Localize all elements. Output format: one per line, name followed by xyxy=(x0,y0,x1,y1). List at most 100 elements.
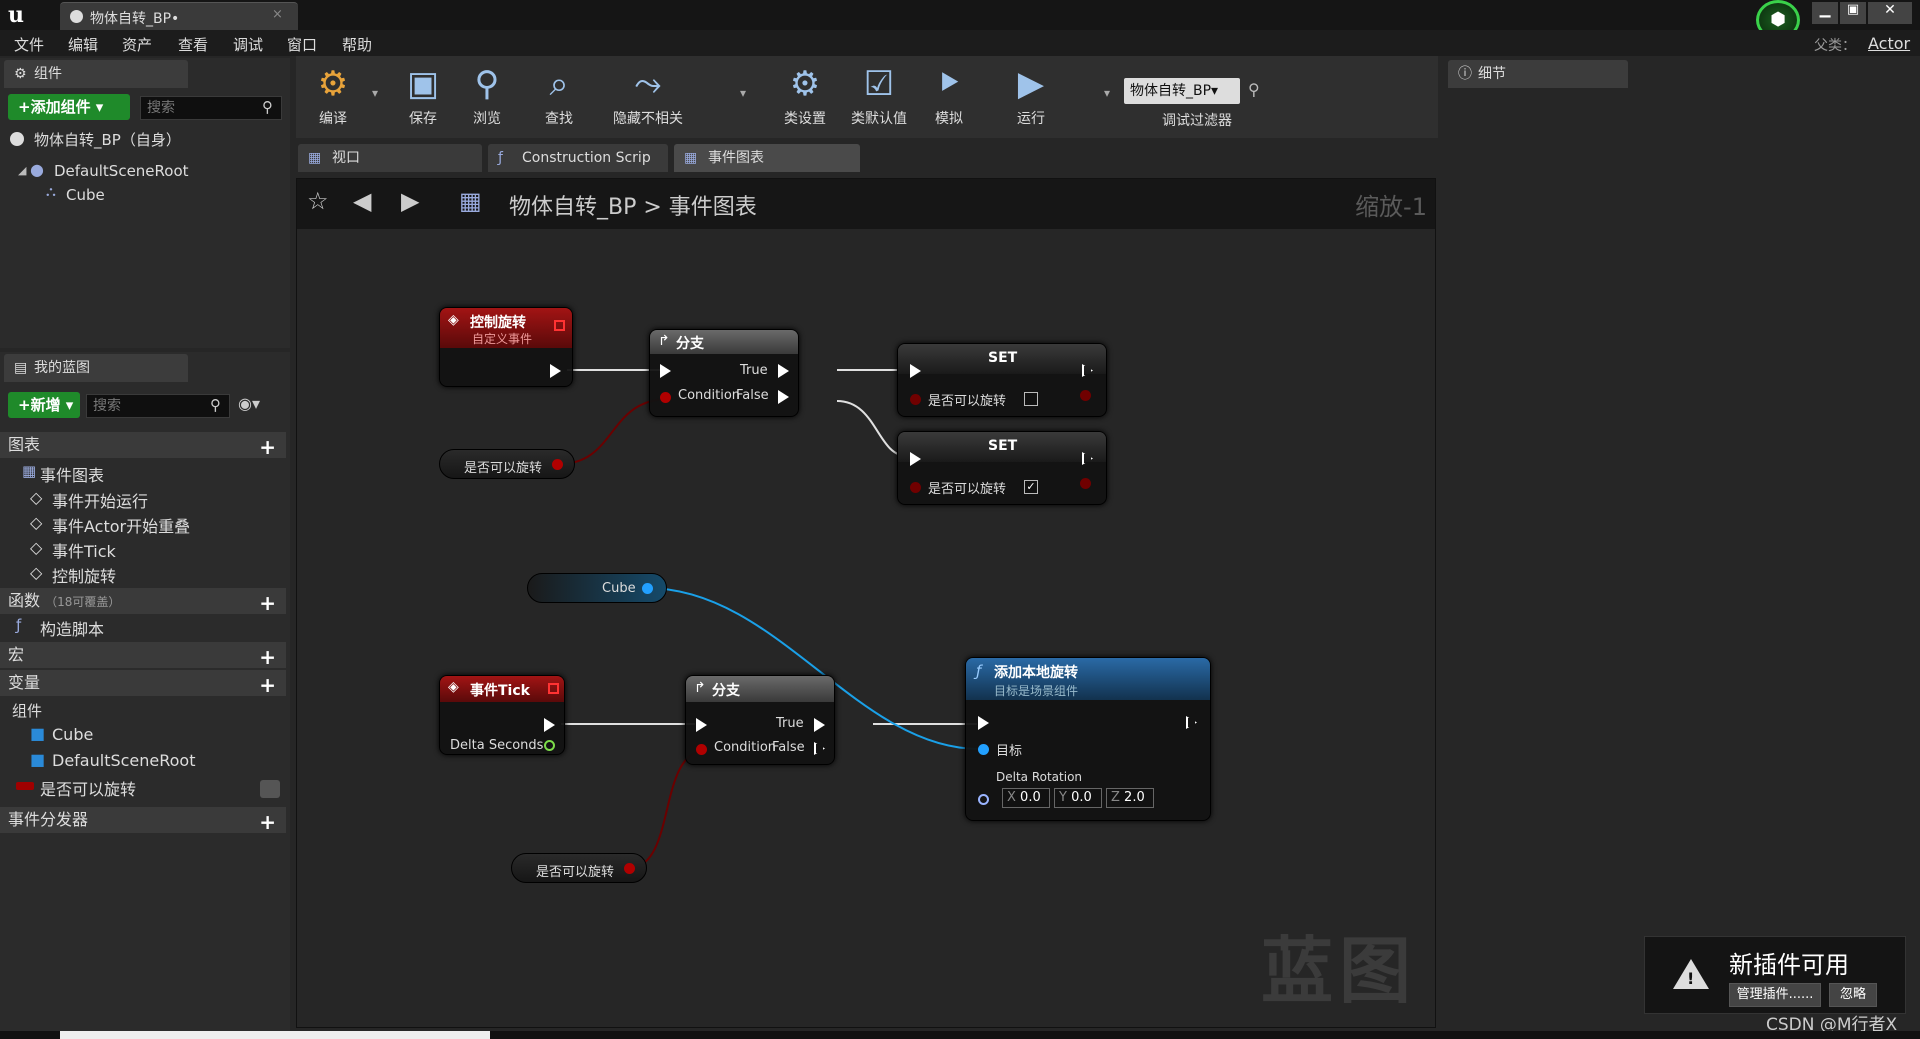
variable-can-rotate[interactable]: 是否可以旋转 xyxy=(40,776,136,800)
document-tab[interactable]: 物体自转_BP• × xyxy=(60,2,298,30)
variables-components-group[interactable]: 组件 xyxy=(12,700,42,721)
compile-button[interactable]: ⚙ 编译 xyxy=(298,62,368,136)
value-checkbox-checked[interactable]: ✓ xyxy=(1024,480,1038,494)
event-delegate-pin[interactable] xyxy=(554,320,565,331)
add-variable-icon[interactable]: + xyxy=(259,672,276,698)
my-blueprint-tab[interactable]: ▤ 我的蓝图 xyxy=(4,354,188,382)
minimize-button[interactable]: ▁ xyxy=(1812,2,1838,24)
tree-item-event-tick[interactable]: 事件Tick xyxy=(52,538,116,562)
tree-item-construction-script[interactable]: 构造脚本 xyxy=(40,616,104,640)
true-exec-pin[interactable] xyxy=(778,364,789,378)
bool-out-pin[interactable] xyxy=(552,459,563,470)
find-button[interactable]: ⌕ 查找 xyxy=(524,62,594,136)
condition-pin[interactable] xyxy=(696,744,707,755)
tree-item-event-actor-overlap[interactable]: 事件Actor开始重叠 xyxy=(52,513,190,537)
section-functions[interactable]: 函数 （18可覆盖） + xyxy=(0,588,286,616)
play-button[interactable]: ▶ 运行 xyxy=(996,62,1066,136)
tree-item-defaultsceneroot[interactable]: DefaultSceneRoot xyxy=(54,162,189,180)
exec-out-pin[interactable] xyxy=(544,718,555,732)
tree-item-event-graph[interactable]: 事件图表 xyxy=(40,462,104,486)
my-blueprint-search-input[interactable]: 搜索 xyxy=(86,394,230,418)
false-exec-pin[interactable] xyxy=(814,742,825,755)
menu-edit[interactable]: 编辑 xyxy=(68,34,98,55)
set-node-1[interactable]: SET 是否可以旋转 xyxy=(897,343,1107,417)
simulate-button[interactable]: ⯈ 模拟 xyxy=(914,62,984,136)
components-tab[interactable]: ⚙ 组件 xyxy=(4,60,188,88)
add-macro-icon[interactable]: + xyxy=(259,644,276,670)
add-dispatcher-icon[interactable]: + xyxy=(259,809,276,835)
menu-asset[interactable]: 资产 xyxy=(122,34,152,55)
target-pin[interactable] xyxy=(978,744,989,755)
bool-in-pin[interactable] xyxy=(910,482,921,493)
section-event-dispatchers[interactable]: 事件分发器 + xyxy=(0,807,286,835)
tree-item-cube[interactable]: Cube xyxy=(66,186,105,204)
exec-in-pin[interactable] xyxy=(660,364,671,378)
branch-node-2[interactable]: ↱ 分支 True Condition False xyxy=(685,675,835,765)
condition-pin[interactable] xyxy=(660,392,671,403)
close-tab-icon[interactable]: × xyxy=(272,7,283,22)
event-delegate-pin[interactable] xyxy=(548,683,559,694)
add-component-button[interactable]: +添加组件 ▾ xyxy=(8,94,130,120)
hide-unrelated-button[interactable]: ⤳ 隐藏不相关 xyxy=(606,62,690,136)
class-defaults-button[interactable]: ☑ 类默认值 xyxy=(844,62,914,136)
get-can-rotate-node-2[interactable]: 是否可以旋转 xyxy=(511,853,647,883)
blueprint-graph-canvas[interactable]: ☆ ◀ ▶ ▦ 物体自转_BP > 事件图表 缩放-1 ◈ 控制旋转 自定义事件… xyxy=(296,178,1436,1028)
rotation-z-field[interactable]: Z 2.0 xyxy=(1106,788,1154,808)
menu-help[interactable]: 帮助 xyxy=(342,34,372,55)
tree-item-event-begin-play[interactable]: 事件开始运行 xyxy=(52,488,148,512)
debug-object-select[interactable]: 物体自转_BP▾ xyxy=(1124,78,1240,104)
bool-out-pin[interactable] xyxy=(1080,390,1091,401)
browse-button[interactable]: ⚲ 浏览 xyxy=(452,62,522,136)
add-local-rotation-node[interactable]: ƒ 添加本地旋转 目标是场景组件 目标 Delta Rotation X 0.0… xyxy=(965,657,1211,821)
exec-in-pin[interactable] xyxy=(910,452,921,466)
bool-in-pin[interactable] xyxy=(910,394,921,405)
add-new-button[interactable]: +新增 ▾ xyxy=(8,392,80,418)
add-graph-icon[interactable]: + xyxy=(259,434,276,460)
tab-event-graph[interactable]: ▦ 事件图表 xyxy=(674,144,860,172)
details-tab[interactable]: ⓘ 细节 xyxy=(1448,60,1628,88)
exec-out-pin[interactable] xyxy=(550,364,561,378)
menu-window[interactable]: 窗口 xyxy=(287,34,317,55)
ignore-button[interactable]: 忽略 xyxy=(1829,983,1877,1007)
value-checkbox[interactable] xyxy=(1024,392,1038,406)
section-macros[interactable]: 宏 + xyxy=(0,642,286,670)
object-out-pin[interactable] xyxy=(642,583,653,594)
parent-class-link[interactable]: Actor xyxy=(1868,34,1910,53)
close-window-button[interactable]: ✕ xyxy=(1868,2,1912,24)
tree-item-custom-rotate-event[interactable]: 控制旋转 xyxy=(52,563,116,587)
save-button[interactable]: ▣ 保存 xyxy=(388,62,458,136)
self-component-item[interactable]: 物体自转_BP（自身） xyxy=(34,129,181,150)
debug-search-icon[interactable]: ⚲ xyxy=(1248,80,1260,99)
expand-arrow-icon[interactable]: ◢ xyxy=(18,164,26,177)
menu-view[interactable]: 查看 xyxy=(178,34,208,55)
cube-reference-node[interactable]: Cube xyxy=(527,573,667,603)
false-exec-pin[interactable] xyxy=(778,390,789,404)
true-exec-pin[interactable] xyxy=(814,718,825,732)
components-search-input[interactable]: 搜索 xyxy=(140,96,282,120)
visibility-eye-icon[interactable]: ◉▾ xyxy=(238,394,260,413)
rotation-y-field[interactable]: Y 0.0 xyxy=(1054,788,1102,808)
bool-out-pin[interactable] xyxy=(624,863,635,874)
rotation-x-field[interactable]: X 0.0 xyxy=(1002,788,1050,808)
class-settings-button[interactable]: ⚙ 类设置 xyxy=(770,62,840,136)
custom-event-node[interactable]: ◈ 控制旋转 自定义事件 xyxy=(439,307,573,387)
variable-defaultsceneroot[interactable]: DefaultSceneRoot xyxy=(52,751,196,770)
hide-options-dropdown-icon[interactable]: ▾ xyxy=(740,86,746,100)
exec-in-pin[interactable] xyxy=(910,364,921,378)
set-node-2[interactable]: SET 是否可以旋转 ✓ xyxy=(897,431,1107,505)
exec-in-pin[interactable] xyxy=(978,716,989,730)
add-function-icon[interactable]: + xyxy=(259,590,276,616)
menu-debug[interactable]: 调试 xyxy=(233,34,263,55)
rotator-in-pin[interactable] xyxy=(978,794,989,805)
float-out-pin[interactable] xyxy=(544,740,555,751)
compile-options-dropdown-icon[interactable]: ▾ xyxy=(372,86,378,100)
tab-viewport[interactable]: ▦ 视口 xyxy=(298,144,482,172)
visibility-toggle-icon[interactable] xyxy=(260,780,280,798)
manage-plugins-button[interactable]: 管理插件...... xyxy=(1729,983,1821,1007)
menu-file[interactable]: 文件 xyxy=(14,34,44,55)
branch-node-1[interactable]: ↱ 分支 True Condition False xyxy=(649,329,799,417)
section-variables[interactable]: 变量 + xyxy=(0,670,286,698)
variable-cube[interactable]: Cube xyxy=(52,725,93,744)
tab-construction-script[interactable]: ƒ Construction Scrip xyxy=(488,144,668,172)
play-options-dropdown-icon[interactable]: ▾ xyxy=(1104,86,1110,100)
